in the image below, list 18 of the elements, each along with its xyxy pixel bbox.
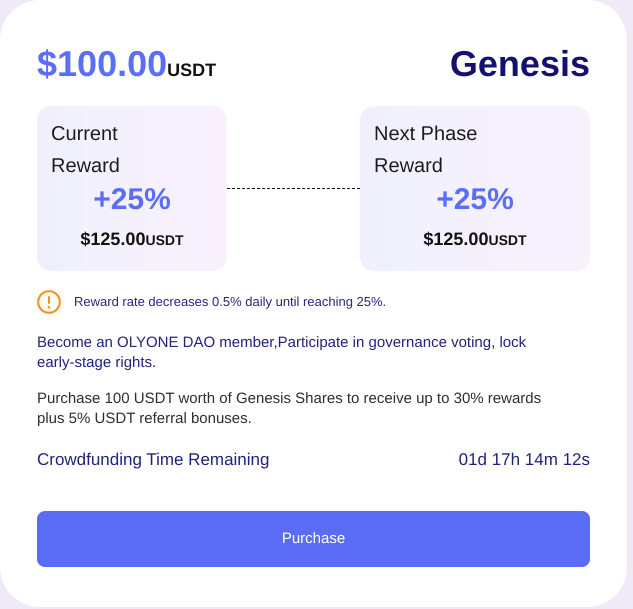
- reward-unit: USDT: [145, 231, 184, 250]
- reward-amount: $125.00: [423, 228, 488, 251]
- countdown-value: 01d 17h 14m 12s: [458, 449, 590, 471]
- reward-label: Current Reward: [51, 122, 121, 179]
- price: $100.00: [37, 42, 168, 86]
- reward-amount: $125.00: [80, 228, 146, 251]
- price-unit: USDT: [167, 59, 216, 82]
- reward-percent: +25%: [93, 182, 171, 218]
- reward-percent: +25%: [436, 182, 514, 218]
- reward-unit: USDT: [488, 231, 527, 250]
- notice-text: Reward rate decreases 0.5% daily until reaching 25%.: [74, 293, 386, 311]
- countdown-label: Crowdfunding Time Remaining: [37, 449, 270, 471]
- description-text: Become an OLYONE DAO member,Participate in governance voting, lock early-stage rights.: [37, 333, 528, 373]
- warning-icon: [37, 290, 61, 314]
- reward-label: Next Phase Reward: [374, 122, 478, 179]
- description-text: Purchase 100 USDT worth of Genesis Shares to receive up to 30% rewards plus 5% USDT referral bonuses.: [37, 389, 542, 429]
- plan-title: Genesis: [450, 42, 590, 86]
- purchase-button[interactable]: Purchase: [37, 511, 590, 567]
